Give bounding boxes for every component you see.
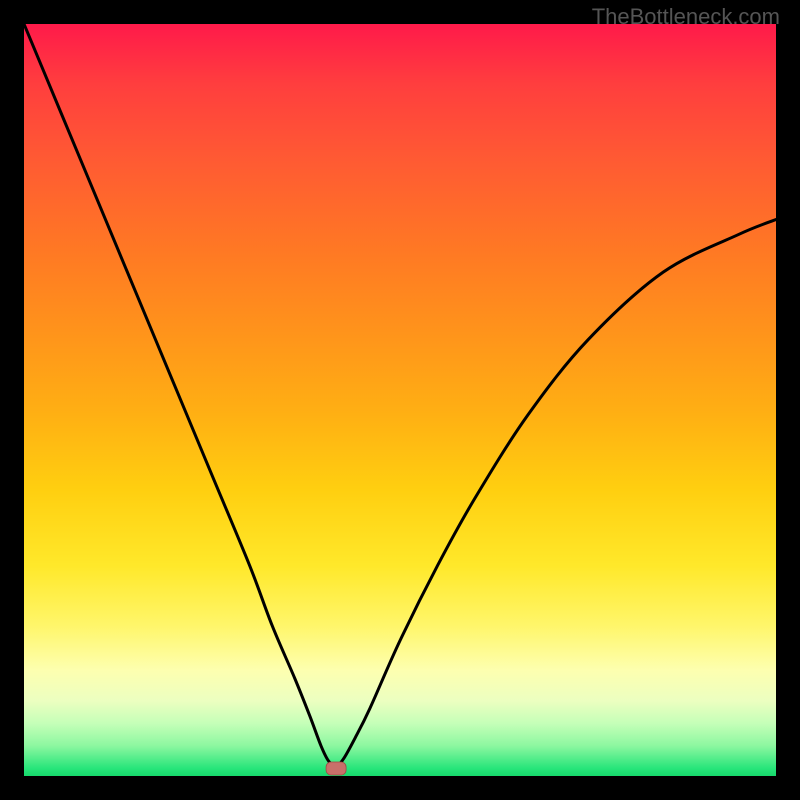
plot-area xyxy=(24,24,776,776)
bottleneck-curve-line xyxy=(24,24,776,766)
minimum-marker xyxy=(326,762,346,775)
watermark-text: TheBottleneck.com xyxy=(592,4,780,30)
chart-svg xyxy=(24,24,776,776)
